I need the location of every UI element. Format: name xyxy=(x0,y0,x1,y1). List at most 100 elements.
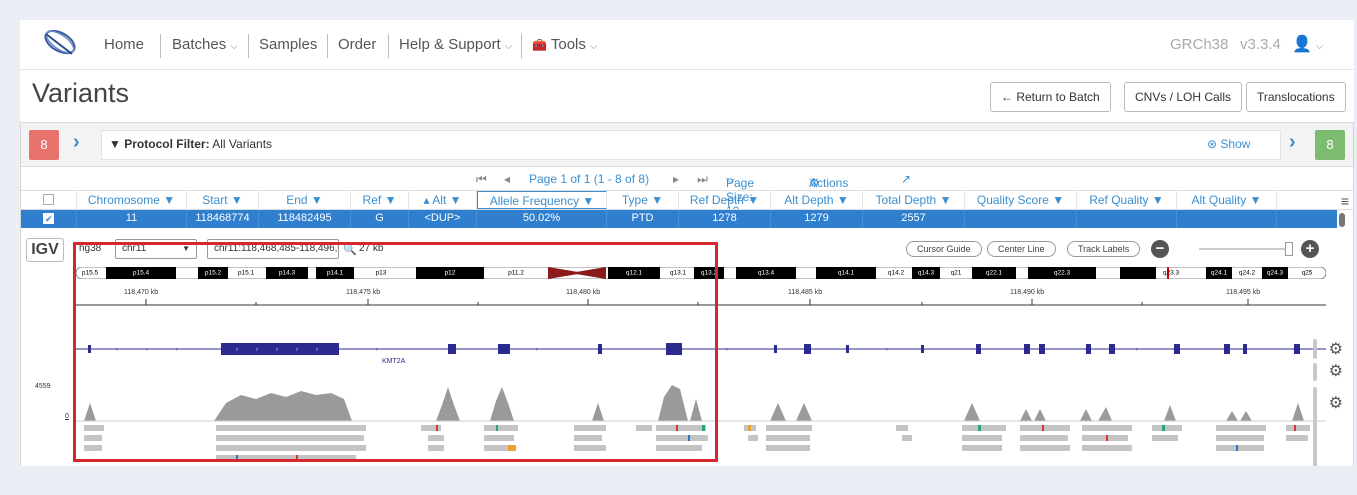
select-all-cell[interactable] xyxy=(21,191,77,209)
col-start[interactable]: Start ▼ xyxy=(187,191,259,209)
band-label: q21 xyxy=(951,270,962,277)
chevron-right-icon[interactable]: › xyxy=(1289,131,1296,154)
table-row[interactable]: 11 118468774 118482495 G <DUP> 50.02% PT… xyxy=(21,210,1337,228)
translocations-button[interactable]: Translocations xyxy=(1246,82,1346,112)
filter-icon[interactable]: ▼ xyxy=(651,193,663,207)
locus-input[interactable]: chr11:118,468,485-118,496,088 xyxy=(207,239,339,259)
cursor-guide-toggle[interactable]: Cursor Guide xyxy=(906,241,982,257)
filter-icon[interactable]: ▼ xyxy=(582,194,594,208)
track-resize-handle[interactable] xyxy=(1313,363,1317,381)
col-total-depth[interactable]: Total Depth ▼ xyxy=(863,191,965,209)
zoom-in-icon[interactable]: + xyxy=(1301,240,1319,258)
col-alt-depth[interactable]: Alt Depth ▼ xyxy=(771,191,863,209)
row-checkbox[interactable] xyxy=(43,211,54,228)
version-label: v3.3.4 xyxy=(1240,36,1281,53)
select-all-checkbox[interactable] xyxy=(43,194,54,205)
col-allele-frequency-label: Allele Frequency xyxy=(489,194,580,208)
col-ref-depth-label: Ref Depth xyxy=(689,193,744,207)
coverage-max-label: 4559 xyxy=(35,383,51,390)
gene-track[interactable]: › › › › › › › › › › › › › KMT2A xyxy=(76,339,1326,365)
prev-count-badge[interactable]: 8 xyxy=(29,130,59,160)
show-toggle[interactable]: ⊛ Show xyxy=(1207,137,1250,151)
filter-icon[interactable]: ▼ xyxy=(1052,193,1064,207)
column-menu-icon[interactable]: ≡ xyxy=(1341,193,1349,209)
track-resize-handle[interactable] xyxy=(1313,387,1317,466)
last-page-icon[interactable]: ⏭ xyxy=(697,172,708,187)
cell-quality-score xyxy=(965,210,1077,228)
cell-ref: G xyxy=(351,210,409,228)
chevron-down-icon: ⌵ xyxy=(504,41,513,52)
gear-icon[interactable]: ⚙ xyxy=(1329,393,1343,413)
band-label: p15.1 xyxy=(238,270,255,277)
nav-tools[interactable]: 🧰 Tools ⌵ xyxy=(532,20,597,70)
filter-icon[interactable]: ▼ xyxy=(385,193,397,207)
band-label: q25 xyxy=(1302,270,1313,277)
filter-icon[interactable]: ▼ xyxy=(311,193,323,207)
cnv-loh-button[interactable]: CNVs / LOH Calls xyxy=(1124,82,1243,112)
igv-toolbar: IGV hg38 chr11 ▼ chr11:118,468,485-118,49… xyxy=(21,236,1353,264)
col-ref-quality[interactable]: Ref Quality ▼ xyxy=(1077,191,1177,209)
prev-page-icon[interactable]: ◂ xyxy=(504,172,510,186)
igv-window-width: 27 kb xyxy=(359,243,384,254)
col-chromosome[interactable]: Chromosome ▼ xyxy=(77,191,187,209)
nav-samples[interactable]: Samples xyxy=(259,20,317,70)
nav-home[interactable]: Home xyxy=(104,20,144,70)
filter-icon[interactable]: ▼ xyxy=(940,193,952,207)
nav-batches[interactable]: Batches ⌵ xyxy=(172,20,238,70)
col-type-label: Type xyxy=(621,193,648,207)
nav-order[interactable]: Order xyxy=(338,20,376,70)
cell-total-depth: 2557 xyxy=(863,210,965,228)
grid-scrollbar[interactable] xyxy=(1339,213,1345,227)
strand-arrow-icon: › xyxy=(376,347,378,353)
alignment-track[interactable] xyxy=(76,423,1326,466)
col-type[interactable]: Type ▼ xyxy=(607,191,679,209)
ruler-label: 118,485 kb xyxy=(788,289,823,296)
center-line-toggle[interactable]: Center Line xyxy=(987,241,1056,257)
coverage-track[interactable] xyxy=(76,373,1326,423)
filter-field[interactable] xyxy=(101,130,1281,160)
gear-icon[interactable]: ⚙ xyxy=(1329,339,1343,359)
filter-icon[interactable]: ▼ xyxy=(450,193,462,207)
user-menu[interactable]: 👤 ⌵ xyxy=(1292,20,1324,70)
col-quality-score[interactable]: Quality Score ▼ xyxy=(965,191,1077,209)
page-size-select[interactable]: Page Size: 10 ⌵ xyxy=(726,172,754,218)
filter-icon[interactable]: ▼ xyxy=(163,193,175,207)
zoom-out-icon[interactable]: − xyxy=(1151,240,1169,258)
chevron-right-icon[interactable]: › xyxy=(73,131,80,154)
first-page-icon[interactable]: ⏮ xyxy=(476,172,487,187)
col-end[interactable]: End ▼ xyxy=(259,191,351,209)
track-resize-handle[interactable] xyxy=(1313,339,1317,359)
filter-icon[interactable]: ▼ xyxy=(837,193,849,207)
col-allele-frequency[interactable]: Allele Frequency ▼ xyxy=(477,191,607,209)
protocol-filter[interactable]: ▼ Protocol Filter: All Variants xyxy=(109,137,272,151)
filter-icon[interactable]: ▼ xyxy=(1152,193,1164,207)
filter-icon[interactable]: ▼ xyxy=(1250,193,1262,207)
app-logo-icon[interactable] xyxy=(40,26,80,62)
col-ref[interactable]: Ref ▼ xyxy=(351,191,409,209)
filter-icon[interactable]: ▼ xyxy=(747,193,759,207)
search-icon[interactable]: 🔍 xyxy=(343,243,357,256)
band-label: p11.2 xyxy=(508,270,524,277)
gear-icon[interactable]: ⚙ xyxy=(1329,361,1343,381)
next-count-badge[interactable]: 8 xyxy=(1315,130,1345,160)
chromosome-ideogram[interactable]: p15.5 p15.4 p15.2 p15.1 p14.3 p14.1 p13 … xyxy=(76,267,1326,279)
track-labels-toggle[interactable]: Track Labels xyxy=(1067,241,1141,257)
gene-label: KMT2A xyxy=(382,358,406,365)
external-link-icon[interactable]: ↗ xyxy=(901,172,911,186)
col-alt[interactable]: ▴ Alt ▼ xyxy=(409,191,477,209)
zoom-slider-track[interactable] xyxy=(1199,248,1291,250)
nav-help[interactable]: Help & Support ⌵ xyxy=(399,20,512,70)
col-alt-depth-label: Alt Depth xyxy=(784,193,834,207)
next-page-icon[interactable]: ▸ xyxy=(673,172,679,186)
band-label: q13.4 xyxy=(758,270,775,277)
return-to-batch-button[interactable]: ← Return to Batch xyxy=(990,82,1111,112)
row-select-cell[interactable] xyxy=(21,210,77,228)
chromosome-select[interactable]: chr11 ▼ xyxy=(115,239,197,259)
filter-icon[interactable]: ▼ xyxy=(231,193,243,207)
page-title: Variants xyxy=(32,78,130,108)
band-label: p15.2 xyxy=(205,270,222,277)
zoom-slider-handle[interactable] xyxy=(1285,242,1293,256)
col-ref-depth[interactable]: Ref Depth ▼ xyxy=(679,191,771,209)
col-alt-quality[interactable]: Alt Quality ▼ xyxy=(1177,191,1277,209)
actions-menu[interactable]: ⚙ Actions ⌵ xyxy=(809,172,848,190)
